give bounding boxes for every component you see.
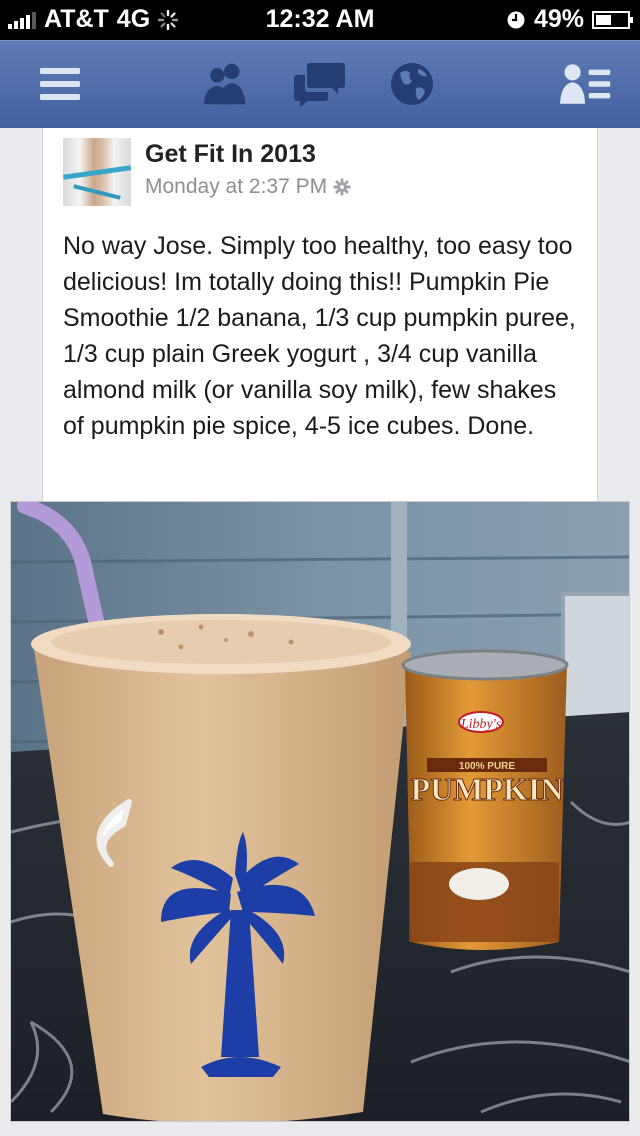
messages-icon[interactable]: [294, 59, 346, 109]
post-message: No way Jose. Simply too healthy, too eas…: [63, 232, 576, 440]
top-navigation-bar: [0, 40, 640, 128]
battery-icon: [592, 10, 633, 29]
friend-requests-icon[interactable]: [200, 59, 252, 109]
notifications-globe-icon[interactable]: [386, 59, 438, 109]
battery-percent: 49%: [533, 5, 584, 33]
friends-list-icon[interactable]: [560, 59, 612, 109]
privacy-gear-icon: [333, 178, 351, 196]
status-bar: AT&T 4G 12:32 AM 49%: [0, 0, 640, 40]
alarm-clock-icon: [507, 11, 525, 28]
status-right: 49%: [506, 5, 633, 34]
can-label-text: PUMPKIN: [411, 771, 564, 807]
post-photo[interactable]: Libby's 100% PURE PUMPKIN: [10, 501, 630, 1122]
can-brand-text: Libby's: [460, 717, 502, 732]
post-author-name[interactable]: Get Fit In 2013: [145, 140, 316, 169]
feed-bottom-edge: [0, 1122, 640, 1136]
menu-icon[interactable]: [34, 59, 86, 109]
post-timestamp-row: Monday at 2:37 PM: [145, 175, 351, 199]
post-timestamp[interactable]: Monday at 2:37 PM: [145, 175, 327, 199]
smoothie-photo-illustration: Libby's 100% PURE PUMPKIN: [11, 502, 629, 1121]
author-avatar[interactable]: [63, 138, 131, 206]
